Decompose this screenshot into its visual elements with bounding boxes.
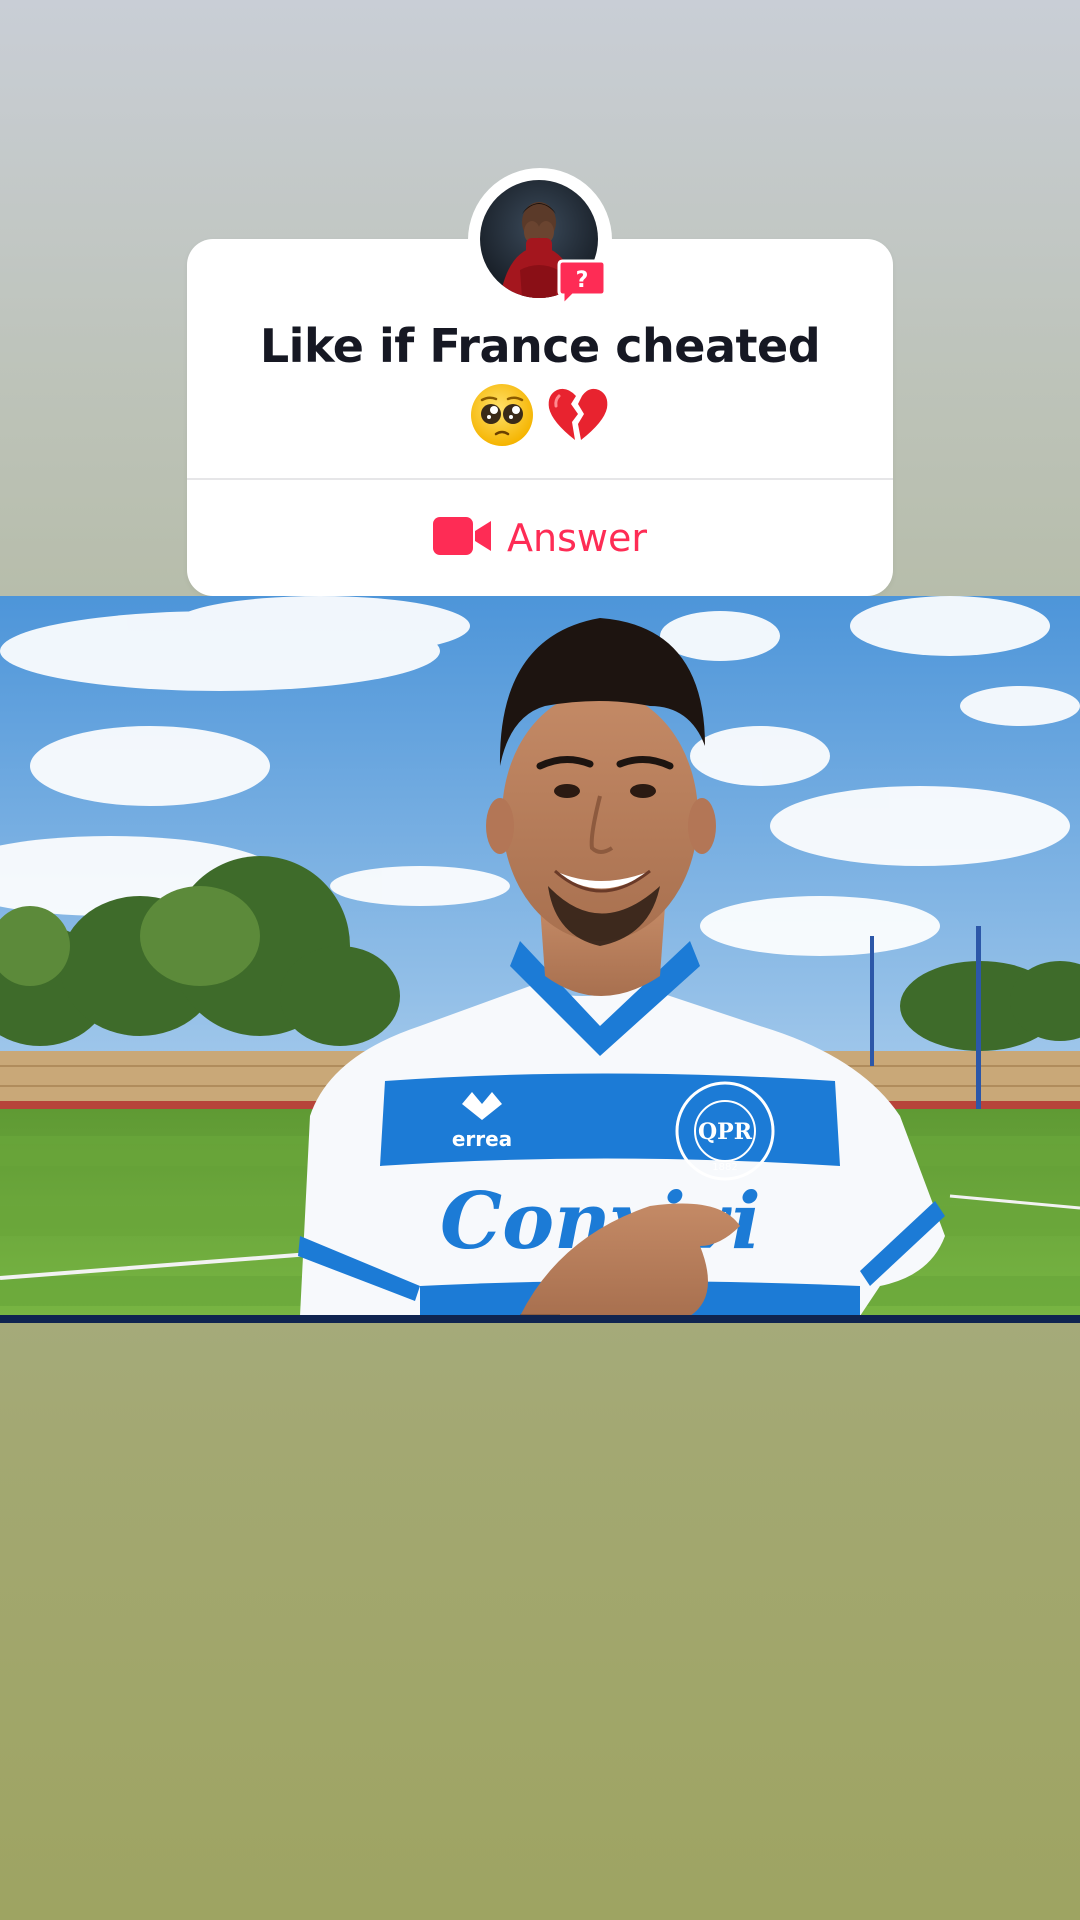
broken-heart-icon [545,382,611,448]
photo-bottom-bar [0,1315,1080,1323]
pleading-face-icon [469,382,535,448]
emoji-row [187,382,893,448]
badge-question-mark: ? [576,268,589,293]
answer-button[interactable]: Answer [187,480,893,596]
video-photo: errea QPR 1882 Convivi [0,596,1080,1316]
answer-label: Answer [507,516,647,560]
question-badge-icon: ? [557,259,607,309]
question-text: Like if France cheated [259,319,821,373]
svg-text:1882: 1882 [712,1162,737,1173]
svg-text:errea: errea [452,1127,512,1151]
video-camera-icon [433,517,493,559]
svg-text:QPR: QPR [698,1119,753,1145]
